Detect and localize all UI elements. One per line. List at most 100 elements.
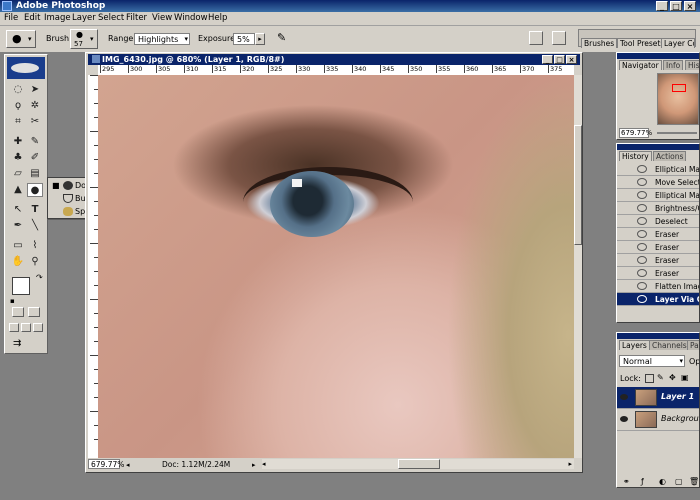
lock-move-icon[interactable]: ✥: [669, 373, 676, 382]
path-selection-icon[interactable]: ↖: [10, 203, 26, 217]
history-item[interactable]: Deselect: [617, 215, 699, 228]
navigator-zoom-field[interactable]: 679.77%: [619, 128, 652, 138]
tab-layers[interactable]: Layers: [619, 340, 650, 350]
clone-stamp-icon[interactable]: ♣: [10, 151, 26, 165]
menu-layer[interactable]: Layer: [72, 13, 96, 23]
file-browser-icon[interactable]: [529, 31, 543, 45]
document-title-bar[interactable]: IMG_6430.jpg @ 680% (Layer 1, RGB/8#) _ …: [88, 54, 580, 65]
history-item[interactable]: Eraser: [617, 267, 699, 280]
delete-layer-icon[interactable]: 🗑: [689, 477, 699, 486]
eraser-tool-icon[interactable]: ▱: [10, 167, 26, 181]
history-item[interactable]: Move Selection: [617, 176, 699, 189]
exposure-input[interactable]: 5%: [233, 33, 255, 45]
palette-title-bar[interactable]: [617, 333, 699, 339]
well-tab-layer-comps[interactable]: Layer Comps: [661, 38, 695, 48]
tab-histogram[interactable]: Histogram: [685, 60, 699, 70]
lock-paint-icon[interactable]: ✎: [657, 373, 664, 382]
hand-tool-icon[interactable]: ✋: [10, 255, 26, 269]
history-item[interactable]: Brightness/Contrast: [617, 202, 699, 215]
view-box[interactable]: [672, 84, 686, 92]
doc-minimize-button[interactable]: _: [542, 55, 553, 64]
notes-tool-icon[interactable]: ▭: [10, 239, 26, 253]
foreground-color-swatch[interactable]: [12, 277, 30, 295]
type-tool-icon[interactable]: T: [27, 203, 43, 217]
visibility-eye-icon[interactable]: [620, 394, 628, 400]
lock-transparency-icon[interactable]: [645, 374, 654, 383]
history-item[interactable]: Flatten Image: [617, 280, 699, 293]
brush-picker[interactable]: ● 57 ▾: [70, 29, 98, 49]
minimize-button[interactable]: _: [656, 1, 668, 11]
status-left-arrow-icon[interactable]: ◂: [126, 460, 130, 471]
zoom-tool-icon[interactable]: ⚲: [27, 255, 43, 269]
scroll-left-icon[interactable]: ◂: [262, 459, 266, 470]
navigator-thumbnail[interactable]: [657, 73, 699, 125]
scroll-right-icon[interactable]: ▸: [568, 459, 572, 470]
link-layers-icon[interactable]: ⚭: [623, 477, 630, 486]
screen-mode-full-menu-icon[interactable]: [21, 323, 31, 332]
zoom-slider[interactable]: [657, 132, 697, 134]
history-item[interactable]: Eraser: [617, 228, 699, 241]
airbrush-icon[interactable]: ✎: [277, 31, 293, 45]
close-button[interactable]: ×: [684, 1, 696, 11]
palette-title-bar[interactable]: [617, 144, 699, 150]
lasso-tool-icon[interactable]: ϙ: [10, 99, 26, 113]
crop-tool-icon[interactable]: ⌗: [10, 115, 26, 129]
tab-history[interactable]: History: [619, 151, 652, 161]
doc-close-button[interactable]: ×: [566, 55, 577, 64]
eyedropper-icon[interactable]: ⌇: [27, 239, 43, 253]
vertical-scrollbar[interactable]: [574, 75, 582, 458]
palette-title-bar[interactable]: [617, 53, 699, 59]
doc-maximize-button[interactable]: □: [554, 55, 565, 64]
history-item[interactable]: Elliptical Marquee: [617, 189, 699, 202]
history-item[interactable]: Eraser: [617, 254, 699, 267]
tab-paths[interactable]: Paths: [687, 340, 699, 350]
swap-colors-icon[interactable]: ↷: [36, 273, 43, 282]
move-tool-icon[interactable]: ➤: [27, 83, 43, 97]
menu-window[interactable]: Window: [174, 13, 208, 23]
menu-help[interactable]: Help: [208, 13, 227, 23]
layer-row[interactable]: Background: [617, 409, 699, 431]
history-brush-icon[interactable]: ✐: [27, 151, 43, 165]
visibility-eye-icon[interactable]: [620, 416, 628, 422]
history-item-selected[interactable]: Layer Via Copy: [617, 293, 699, 306]
layer-row-selected[interactable]: Layer 1: [617, 387, 699, 409]
tab-actions[interactable]: Actions: [653, 151, 687, 161]
history-item[interactable]: Elliptical Marquee: [617, 163, 699, 176]
menu-image[interactable]: Image: [44, 13, 71, 23]
line-tool-icon[interactable]: ╲: [27, 219, 43, 233]
well-tab-brushes[interactable]: Brushes: [581, 38, 618, 48]
brush-tool-icon[interactable]: ✎: [27, 135, 43, 149]
menu-file[interactable]: File: [4, 13, 18, 23]
status-menu-arrow-icon[interactable]: ▸: [252, 460, 256, 471]
horizontal-scrollbar[interactable]: ◂ ▸: [262, 459, 574, 469]
menu-edit[interactable]: Edit: [24, 13, 40, 23]
lock-all-icon[interactable]: ▣: [681, 373, 689, 382]
tool-preset-picker[interactable]: ● ▾: [6, 30, 36, 48]
new-layer-icon[interactable]: ▢: [675, 477, 683, 486]
standard-mode-icon[interactable]: [12, 307, 24, 317]
marquee-tool-icon[interactable]: ◌: [10, 83, 26, 97]
tab-info[interactable]: Info: [663, 60, 684, 70]
dodge-tool-icon[interactable]: ●: [27, 183, 43, 197]
menu-view[interactable]: View: [152, 13, 172, 23]
blend-mode-select[interactable]: Normal ▾: [619, 355, 685, 367]
healing-brush-icon[interactable]: ✚: [10, 135, 26, 149]
menu-select[interactable]: Select: [98, 13, 124, 23]
well-tab-tool-presets[interactable]: Tool Presets: [617, 38, 668, 48]
quick-mask-icon[interactable]: [28, 307, 40, 317]
image-canvas[interactable]: [98, 75, 574, 458]
history-item[interactable]: Eraser: [617, 241, 699, 254]
blur-tool-icon[interactable]: ▲: [10, 183, 26, 197]
magic-wand-icon[interactable]: ✲: [27, 99, 43, 113]
new-adjustment-icon[interactable]: ◐: [659, 477, 666, 486]
menu-filter[interactable]: Filter: [126, 13, 147, 23]
slice-tool-icon[interactable]: ✂: [27, 115, 43, 129]
jump-to-imageready-icon[interactable]: ⇉: [13, 338, 21, 349]
maximize-button[interactable]: □: [670, 1, 682, 11]
tab-channels[interactable]: Channels: [649, 340, 690, 350]
toggle-palettes-icon[interactable]: [552, 31, 566, 45]
default-colors-icon[interactable]: ▪: [10, 297, 15, 305]
pen-tool-icon[interactable]: ✒: [10, 219, 26, 233]
layer-style-icon[interactable]: ƒ: [641, 477, 644, 486]
screen-mode-standard-icon[interactable]: [9, 323, 19, 332]
